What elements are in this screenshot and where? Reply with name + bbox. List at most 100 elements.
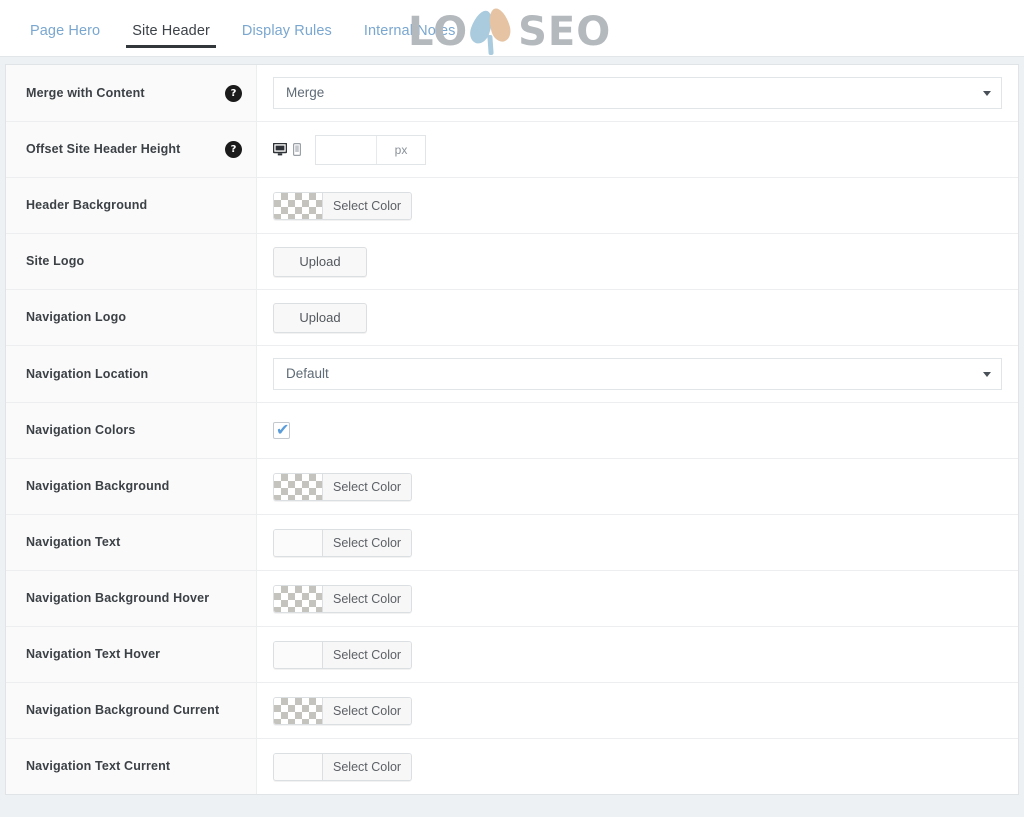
row-label-text: Navigation Location [26,366,149,381]
select-color-button[interactable]: Select Color [273,584,413,613]
select-value: Default [286,366,329,382]
site-header-settings-panel: Merge with Content? Merge Offset Site Head… [5,64,1019,795]
tab-list: Page Hero Site Header Display Rules Interna… [14,0,472,56]
settings-row: Navigation Background Hover Select Color [6,571,1018,627]
select-color-button[interactable]: Select Color [273,528,413,557]
settings-row: Navigation Text Current Select Color [6,739,1018,794]
responsive-device-toggle[interactable] [273,143,301,156]
select-navigation-location[interactable]: Default [273,358,1002,390]
select-color-label: Select Color [323,641,412,668]
row-label-text: Navigation Text Current [26,759,171,774]
color-swatch [274,192,323,219]
tab-display-rules[interactable]: Display Rules [226,23,348,57]
select-color-button[interactable]: Select Color [273,752,413,781]
row-label-cell: Navigation Colors [6,403,257,458]
select-color-button[interactable]: Select Color [273,640,413,669]
settings-row: Site Logo Upload [6,234,1018,290]
color-swatch [274,697,323,724]
row-label-text: Merge with Content [26,85,145,100]
row-label-text: Navigation Background [26,479,170,494]
row-label-cell: Offset Site Header Height? [6,122,257,177]
settings-row: Navigation Background Select Color [6,459,1018,515]
logo-stem [487,34,494,56]
row-field-cell: Upload [257,234,1018,289]
select-merge-with-content[interactable]: Merge [273,77,1002,109]
checkmark-icon: ✔ [276,420,290,439]
color-swatch [274,473,323,500]
row-field-cell: Select Color [257,627,1018,682]
mobile-icon[interactable] [293,143,301,156]
color-swatch [274,641,323,668]
row-field-cell: Select Color [257,739,1018,794]
select-color-label: Select Color [323,753,412,780]
settings-row: Navigation Background Current Select Colo… [6,683,1018,739]
tab-bar: Page Hero Site Header Display Rules Interna… [0,0,1024,57]
row-field-cell: Select Color [257,683,1018,738]
row-label-cell: Navigation Location [6,346,257,402]
settings-row: Merge with Content? Merge [6,65,1018,122]
row-label-cell: Header Background [6,178,257,233]
settings-row: Offset Site Header Height? px [6,122,1018,178]
select-color-button[interactable]: Select Color [273,696,413,725]
row-field-cell: ✔ [257,403,1018,458]
help-icon[interactable]: ? [225,84,242,102]
upload-button[interactable]: Upload [273,302,367,333]
logo-petal-right [485,6,514,44]
row-label-cell: Navigation Background Current [6,683,257,738]
select-color-label: Select Color [323,473,412,500]
row-label-cell: Navigation Background [6,459,257,514]
tab-page-hero[interactable]: Page Hero [14,23,116,57]
row-label-text: Navigation Text Hover [26,647,161,662]
row-label-cell: Navigation Background Hover [6,571,257,626]
settings-row: Navigation Logo Upload [6,290,1018,346]
logo-y-flower-icon [466,6,518,56]
chevron-down-icon [983,372,991,377]
row-label-cell: Site Logo [6,234,257,289]
help-icon[interactable]: ? [225,141,242,158]
row-label-text: Navigation Background Hover [26,591,210,606]
logo-text-right: SEO [518,9,612,55]
row-field-cell: Select Color [257,515,1018,570]
color-swatch [274,529,323,556]
upload-button[interactable]: Upload [273,246,367,277]
row-label-cell: Merge with Content? [6,65,257,121]
row-field-cell: Merge [257,65,1018,121]
row-label-cell: Navigation Text Hover [6,627,257,682]
offset-input-group: px [315,134,426,165]
row-label-text: Site Logo [26,254,85,269]
select-color-label: Select Color [323,192,412,219]
select-color-label: Select Color [323,585,412,612]
row-field-cell: Select Color [257,459,1018,514]
settings-row: Navigation Text Hover Select Color [6,627,1018,683]
row-label-cell: Navigation Text [6,515,257,570]
settings-row: Navigation Text Select Color [6,515,1018,571]
navigation-colors-checkbox[interactable]: ✔ [273,420,290,439]
select-color-label: Select Color [323,529,412,556]
select-color-button[interactable]: Select Color [273,191,413,220]
chevron-down-icon [983,91,991,96]
settings-row: Header Background Select Color [6,178,1018,234]
settings-row: Navigation Colors ✔ [6,403,1018,459]
row-label-text: Navigation Text [26,535,121,550]
row-field-cell: Select Color [257,571,1018,626]
color-swatch [274,753,323,780]
row-field-cell: Default [257,346,1018,402]
row-field-cell: px [257,122,1018,177]
offset-control: px [273,134,426,165]
tab-internal-notes[interactable]: Internal Notes [348,23,472,57]
desktop-icon[interactable] [273,143,287,156]
select-color-button[interactable]: Select Color [273,472,413,501]
row-label-text: Offset Site Header Height [26,142,181,157]
select-color-label: Select Color [323,697,412,724]
row-label-text: Navigation Colors [26,423,136,438]
row-label-cell: Navigation Text Current [6,739,257,794]
row-label-text: Navigation Background Current [26,703,220,718]
row-field-cell: Upload [257,290,1018,345]
row-label-text: Header Background [26,198,148,213]
settings-row: Navigation Location Default [6,346,1018,403]
row-label-text: Navigation Logo [26,310,127,325]
row-field-cell: Select Color [257,178,1018,233]
row-label-cell: Navigation Logo [6,290,257,345]
offset-height-input[interactable] [316,135,376,164]
tab-site-header[interactable]: Site Header [116,23,226,57]
